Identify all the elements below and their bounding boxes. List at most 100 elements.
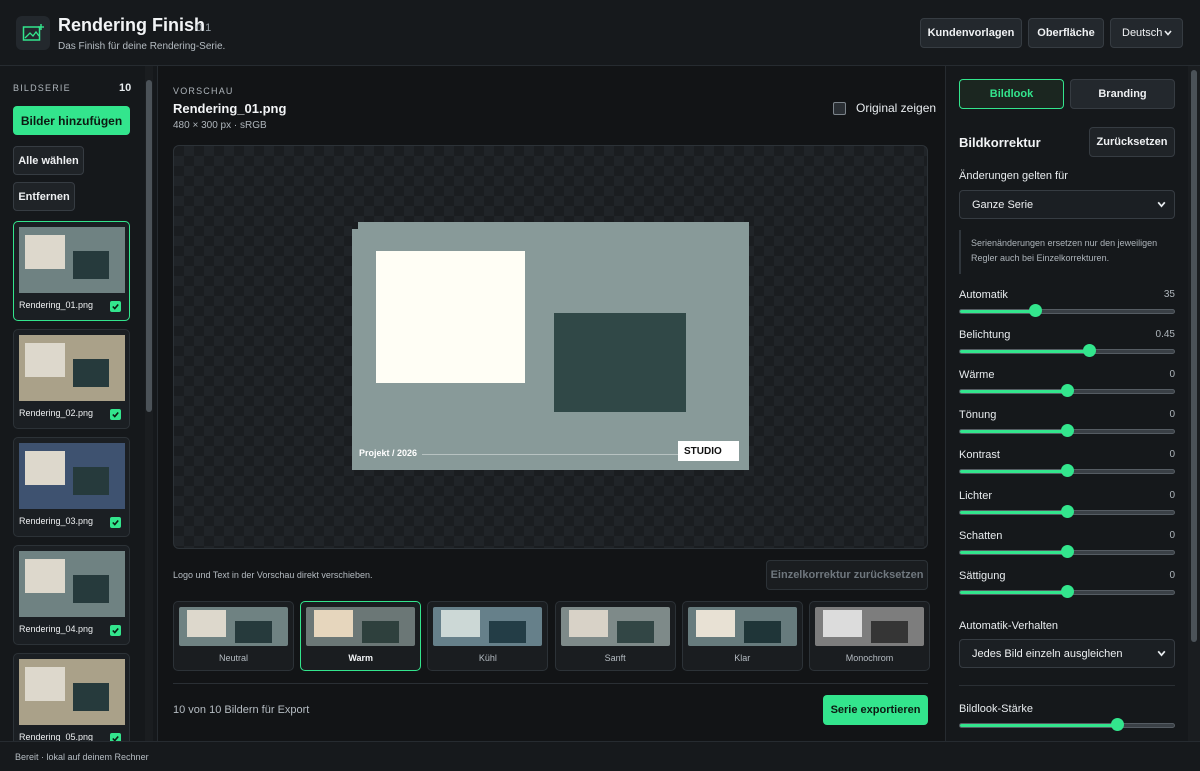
preset-monochrom[interactable]: Monochrom — [809, 601, 930, 671]
slider-fill — [960, 590, 1068, 594]
preset-light-panel — [695, 610, 735, 637]
drag-hint: Logo und Text in der Vorschau direkt ver… — [173, 570, 373, 580]
tab-branding[interactable]: Branding — [1070, 79, 1175, 109]
apply-to-select[interactable]: Ganze Serie — [959, 190, 1175, 219]
strength-knob[interactable] — [1111, 718, 1124, 731]
slider-label: Sättigung — [959, 569, 1006, 582]
thumb-light-panel — [25, 559, 65, 593]
slider-knob[interactable] — [1061, 424, 1074, 438]
show-original-toggle[interactable]: Original zeigen — [833, 101, 936, 115]
preset-dark-panel — [871, 621, 908, 643]
panel-scrollbar-thumb[interactable] — [1191, 70, 1197, 642]
app-logo-icon — [16, 16, 50, 50]
preset-kühl[interactable]: Kühl — [427, 601, 549, 671]
overlay-text[interactable]: Projekt / 2026 — [359, 448, 417, 458]
remove-button[interactable]: Entfernen — [13, 182, 75, 211]
slider-knob[interactable] — [1083, 344, 1096, 358]
templates-button[interactable]: Kundenvorlagen — [920, 18, 1022, 48]
preset-light-panel — [823, 610, 862, 637]
overlay-logo[interactable]: STUDIO — [678, 441, 739, 461]
preset-warm[interactable]: Warm — [300, 601, 422, 671]
slider-knob[interactable] — [1061, 584, 1074, 598]
reset-single-correction-button[interactable]: Einzelkorrektur zurücksetzen — [766, 560, 928, 590]
checkmark-icon[interactable] — [110, 733, 121, 741]
preset-thumbnail — [179, 607, 288, 646]
interface-button[interactable]: Oberfläche — [1028, 18, 1104, 48]
app-header: Rendering Finish 0.1 Das Finish für dein… — [0, 0, 1200, 66]
slider-label: Lichter — [959, 489, 993, 502]
auto-behavior-select[interactable]: Jedes Bild einzeln ausgleichen — [959, 639, 1175, 668]
image-card[interactable]: Rendering_05.png — [13, 653, 130, 741]
slider-knob[interactable] — [1061, 544, 1074, 558]
thumb-dark-panel — [73, 251, 109, 279]
checkmark-icon[interactable] — [110, 301, 121, 312]
image-card[interactable]: Rendering_03.png — [13, 437, 130, 537]
slider-track[interactable] — [959, 309, 1175, 314]
thumb-dark-panel — [73, 467, 109, 495]
select-all-button[interactable]: Alle wählen — [13, 146, 84, 175]
strength-track[interactable] — [959, 723, 1175, 728]
slider-knob[interactable] — [1061, 504, 1074, 518]
tab-bildlook[interactable]: Bildlook — [959, 79, 1064, 109]
slider-value: 0 — [1169, 409, 1175, 421]
image-thumbnail — [19, 551, 125, 617]
slider-fill — [960, 350, 1090, 354]
thumb-dark-panel — [73, 683, 109, 711]
strength-slider-row: Bildlook-Stärke — [959, 703, 1175, 739]
slider-track[interactable] — [959, 349, 1175, 355]
preview-meta: 480 × 300 px · sRGB — [173, 120, 267, 131]
preset-label: Neutral — [218, 653, 248, 663]
slider-fill — [960, 470, 1068, 474]
slider-value: 0 — [1169, 529, 1175, 541]
thumb-light-panel — [25, 343, 65, 377]
slider-value: 0 — [1169, 489, 1175, 501]
apply-to-value: Ganze Serie — [972, 198, 1034, 211]
thumb-dark-panel — [73, 359, 109, 387]
reset-button[interactable]: Zurücksetzen — [1089, 127, 1175, 157]
strength-label: Bildlook-Stärke — [959, 703, 1033, 715]
app-subtitle: Das Finish für deine Rendering-Serie. — [58, 41, 226, 52]
preset-thumbnail — [306, 607, 416, 646]
center-divider — [173, 683, 928, 684]
export-series-button[interactable]: Serie exportieren — [823, 695, 928, 725]
overlay-line — [422, 454, 678, 455]
preset-klar[interactable]: Klar — [681, 601, 803, 671]
slider-row-3: Tönung 0 — [959, 409, 1175, 445]
slider-knob[interactable] — [1061, 464, 1074, 478]
show-original-checkbox[interactable] — [833, 101, 846, 115]
slider-value: 0 — [1169, 449, 1175, 461]
slider-knob[interactable] — [1061, 384, 1074, 398]
panel-divider — [959, 685, 1175, 686]
add-images-button[interactable]: Bilder hinzufügen — [13, 106, 130, 135]
panel-scrollbar[interactable] — [1188, 66, 1200, 741]
language-select[interactable]: Deutsch — [1110, 18, 1183, 48]
sidebar-scrollbar-thumb[interactable] — [146, 80, 152, 412]
preset-thumbnail — [433, 607, 543, 646]
language-value: Deutsch — [1122, 27, 1163, 39]
slider-value: 0 — [1169, 369, 1175, 381]
sidebar-scrollbar[interactable] — [145, 66, 153, 741]
image-notch — [352, 222, 358, 229]
rendering-preview-image: Projekt / 2026 STUDIO — [352, 222, 749, 470]
preset-sanft[interactable]: Sanft — [554, 601, 676, 671]
preset-label: Klar — [734, 653, 751, 663]
image-thumbnail — [19, 443, 125, 509]
image-card[interactable]: Rendering_01.png — [13, 221, 130, 321]
image-card-name: Rendering_04.png — [19, 624, 94, 634]
preset-neutral[interactable]: Neutral — [173, 601, 294, 671]
slider-value: 35 — [1163, 289, 1175, 300]
checkmark-icon[interactable] — [110, 409, 121, 420]
checkmark-icon[interactable] — [110, 517, 121, 528]
preset-label: Sanft — [604, 653, 626, 663]
slider-knob[interactable] — [1029, 304, 1042, 317]
slider-label: Tönung — [959, 409, 997, 422]
export-count: 10 von 10 Bildern für Export — [173, 704, 310, 716]
checkmark-icon[interactable] — [110, 625, 121, 636]
preset-thumbnail — [560, 607, 670, 646]
slider-fill — [960, 510, 1068, 514]
image-card[interactable]: Rendering_04.png — [13, 545, 130, 645]
status-bar: Bereit · lokal auf deinem Rechner — [0, 741, 1200, 771]
preview-area: VORSCHAU Rendering_01.png 480 × 300 px ·… — [158, 66, 945, 741]
image-card[interactable]: Rendering_02.png — [13, 329, 130, 429]
slider-fill — [960, 310, 1036, 313]
